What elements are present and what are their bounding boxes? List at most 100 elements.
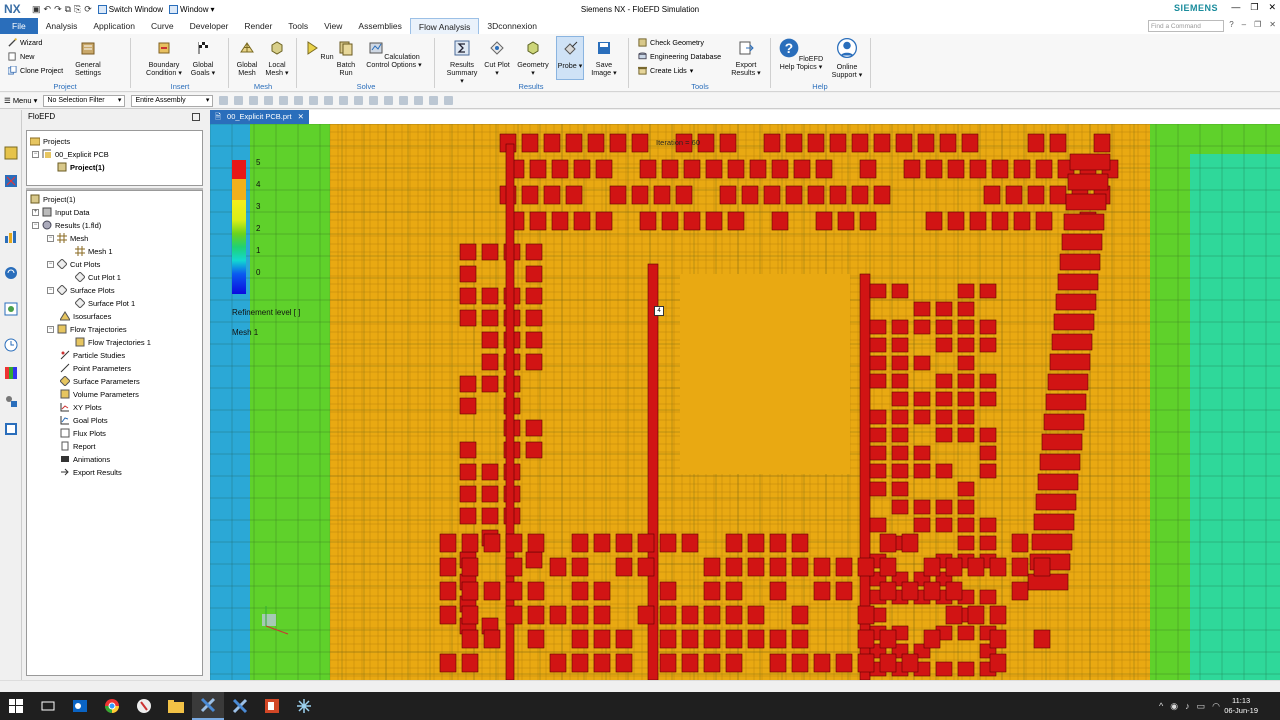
paste-icon[interactable]: ⎘ (74, 4, 81, 15)
tab-curve[interactable]: Curve (143, 18, 182, 34)
collapse-toggle[interactable]: − (32, 221, 39, 229)
tree-item-animations[interactable]: Animations (60, 453, 110, 465)
expand-toggle[interactable]: + (32, 208, 39, 216)
tree-item-surface-plot-1[interactable]: Surface Plot 1 (75, 297, 135, 309)
tree-item-projects[interactable]: Projects (30, 135, 70, 147)
fit-view-icon[interactable] (339, 96, 349, 105)
geometry-button[interactable]: Geometry ▾ (516, 40, 550, 77)
tree-item-isosurfaces[interactable]: Isosurfaces (60, 310, 111, 322)
box-select-icon[interactable] (294, 96, 304, 105)
tab-view[interactable]: View (316, 18, 350, 34)
palette-icon[interactable] (4, 366, 18, 380)
save-image-button[interactable]: Save Image ▾ (588, 40, 620, 77)
undo-icon[interactable]: ↶ (44, 4, 52, 15)
battery-icon[interactable]: ▭ (1197, 701, 1206, 712)
select-icon[interactable] (234, 96, 244, 105)
assembly-navigator-icon[interactable] (4, 146, 18, 160)
chrome-button[interactable] (96, 692, 128, 720)
tab-developer[interactable]: Developer (182, 18, 237, 34)
help-topics-button[interactable]: ? FloEFD Help Topics ▾ (776, 38, 826, 71)
tab-tools[interactable]: Tools (280, 18, 316, 34)
flow-analysis-icon[interactable] (4, 266, 18, 280)
collapse-toggle[interactable]: − (47, 286, 54, 294)
local-mesh-button[interactable]: Local Mesh ▾ (262, 40, 292, 77)
global-mesh-button[interactable]: Global Mesh (232, 40, 262, 77)
save-icon[interactable]: ▣ (32, 4, 41, 15)
history-icon[interactable] (4, 338, 18, 352)
tree-item-export-results[interactable]: Export Results (60, 466, 122, 478)
create-lids-button[interactable]: Create Lids ▾ (638, 66, 693, 75)
tree-item-input-data[interactable]: + Input Data (32, 206, 90, 218)
file-explorer-button[interactable] (160, 692, 192, 720)
restore-icon[interactable]: ❐ (1254, 20, 1261, 29)
tree-item-mesh-1[interactable]: Mesh 1 (75, 245, 113, 257)
tree-item-cut-plot-1[interactable]: Cut Plot 1 (75, 271, 121, 283)
tree-item-mesh[interactable]: − Mesh (47, 232, 88, 244)
tab-application[interactable]: Application (85, 18, 143, 34)
tree-item-surface-plots[interactable]: − Surface Plots (47, 284, 115, 296)
close-icon[interactable]: ✕ (1269, 20, 1276, 29)
tree-item-point-parameters[interactable]: Point Parameters (60, 362, 131, 374)
wizard-button[interactable]: Wizard (8, 38, 42, 47)
start-button[interactable] (0, 692, 32, 720)
zoom-icon[interactable] (354, 96, 364, 105)
tab-assemblies[interactable]: Assemblies (350, 18, 409, 34)
online-support-button[interactable]: Online Support ▾ (828, 38, 866, 79)
clock[interactable]: 11:13 06-Jun-19 (1224, 696, 1258, 716)
menu-button[interactable]: ☰ Menu ▾ (4, 96, 37, 105)
part-icon[interactable] (309, 96, 319, 105)
web-browser-icon[interactable] (4, 302, 18, 316)
general-settings-button[interactable]: General Settings (70, 40, 106, 77)
tree-item-project-root[interactable]: Project(1) (30, 193, 76, 205)
tree-item-flux-plots[interactable]: Flux Plots (60, 427, 106, 439)
filter-icon[interactable] (249, 96, 259, 105)
task-view-button[interactable] (32, 692, 64, 720)
point-icon[interactable] (264, 96, 274, 105)
collapse-toggle[interactable]: − (47, 325, 54, 333)
settings-app-button[interactable] (288, 692, 320, 720)
tree-item-xy-plots[interactable]: XY Plots (60, 401, 102, 413)
probe-button[interactable]: Probe ▾ (556, 36, 584, 80)
orient-view-icon[interactable] (399, 96, 409, 105)
chart-icon[interactable] (4, 230, 18, 244)
repeat-icon[interactable]: ⟳ (84, 4, 92, 15)
tree-item-flow-trajectories[interactable]: − Flow Trajectories (47, 323, 127, 335)
close-icon[interactable]: ✕ (298, 110, 304, 124)
tree-item-volume-parameters[interactable]: Volume Parameters (60, 388, 139, 400)
window-menu-button[interactable]: Window ▾ (169, 4, 215, 14)
clone-project-button[interactable]: Clone Project (8, 66, 63, 75)
boundary-condition-button[interactable]: Boundary Condition ▾ (142, 40, 186, 77)
pan-icon[interactable] (384, 96, 394, 105)
minimize-icon[interactable]: – (1242, 20, 1246, 29)
network-icon[interactable]: ◉ (1170, 701, 1178, 712)
minimize-icon[interactable]: — (1231, 2, 1240, 13)
maximize-icon[interactable] (192, 113, 200, 121)
restore-icon[interactable]: ❐ (1250, 2, 1258, 13)
lasso-icon[interactable] (279, 96, 289, 105)
command-search-input[interactable]: Find a Command (1148, 20, 1224, 32)
chevron-up-icon[interactable]: ^ (1159, 701, 1163, 712)
results-summary-button[interactable]: Results Summary ▾ (444, 40, 480, 85)
tree-item-project[interactable]: Project(1) (57, 161, 105, 173)
check-geometry-button[interactable]: Check Geometry (638, 38, 704, 47)
render-style-icon[interactable] (414, 96, 424, 105)
redo-icon[interactable]: ↷ (54, 4, 62, 15)
mesh-canvas[interactable]: 5 4 3 2 1 0 Refinement level [ ] Mesh 1 … (210, 124, 1280, 680)
outlook-button[interactable] (64, 692, 96, 720)
powerpoint-button[interactable] (256, 692, 288, 720)
tab-file[interactable]: File (0, 18, 38, 34)
cut-plot-button[interactable]: Cut Plot ▾ (484, 40, 510, 77)
tree-item-cut-plots[interactable]: − Cut Plots (47, 258, 100, 270)
tab-flow-analysis[interactable]: Flow Analysis (409, 18, 480, 34)
nx-taskbar-button[interactable] (192, 692, 224, 720)
switch-window-button[interactable]: Switch Window (97, 4, 163, 14)
system-scene-icon[interactable] (4, 422, 18, 436)
tab-render[interactable]: Render (236, 18, 280, 34)
section-icon[interactable] (429, 96, 439, 105)
tree-item-results[interactable]: − Results (1.fld) (32, 219, 101, 231)
tree-item-part[interactable]: − 00_Explicit PCB (32, 148, 109, 160)
run-button[interactable]: Run (304, 40, 334, 61)
tree-item-report[interactable]: Report (60, 440, 96, 452)
calculation-control-button[interactable]: Calculation Control Options ▾ (360, 40, 428, 69)
tab-analysis[interactable]: Analysis (38, 18, 86, 34)
